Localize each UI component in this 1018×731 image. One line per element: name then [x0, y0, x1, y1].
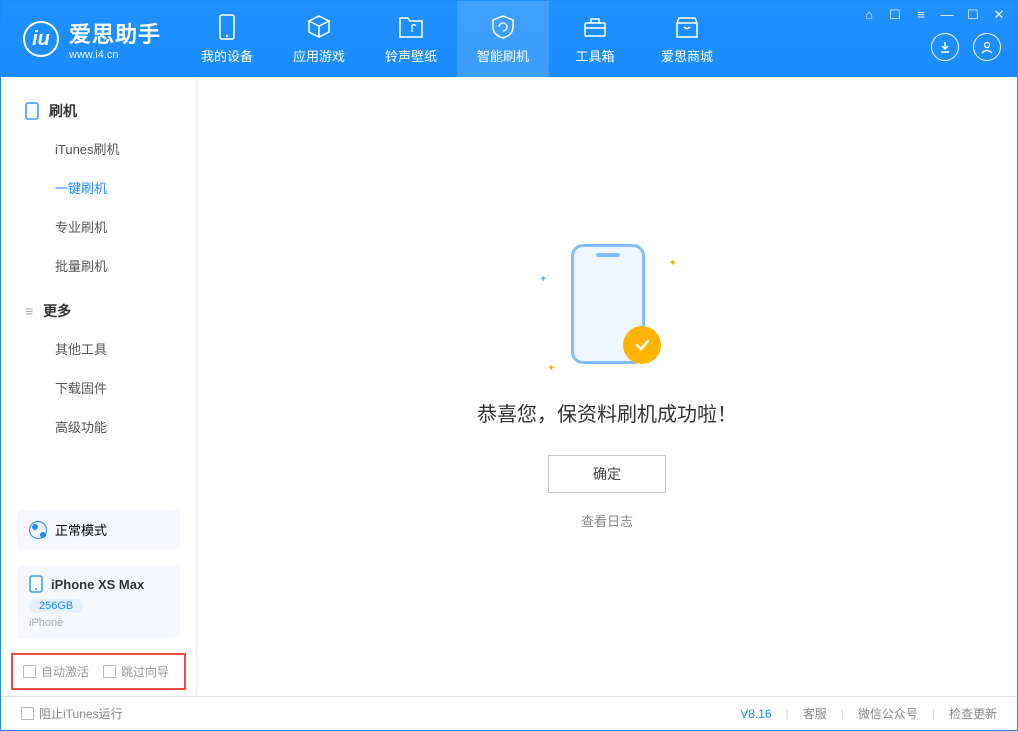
checkbox-auto-activate[interactable]: 自动激活 [23, 663, 89, 680]
logo-text: 爱思助手 www.i4.cn [69, 17, 161, 61]
mode-box[interactable]: 正常模式 [17, 510, 180, 549]
titlebar: iu 爱思助手 www.i4.cn 我的设备 应用游戏 铃声壁纸 智能刷机 [1, 1, 1017, 77]
ok-button[interactable]: 确定 [548, 455, 666, 493]
body: 刷机 iTunes刷机 一键刷机 专业刷机 批量刷机 ≡ 更多 其他工具 下载固… [1, 77, 1017, 696]
app-name: 爱思助手 [69, 17, 161, 49]
checkbox-icon [103, 665, 116, 678]
device-name: iPhone XS Max [51, 577, 144, 592]
list-icon: ≡ [25, 303, 33, 319]
sparkle-icon: ✦ [547, 363, 555, 374]
download-button[interactable] [931, 33, 959, 61]
shield-refresh-icon [490, 14, 516, 40]
sidebar-item-other-tools[interactable]: 其他工具 [1, 329, 196, 368]
music-folder-icon [398, 14, 424, 40]
device-phone-icon [29, 575, 43, 593]
toolbox-icon [582, 14, 608, 40]
sidebar-item-oneclick-flash[interactable]: 一键刷机 [1, 168, 196, 207]
top-nav: 我的设备 应用游戏 铃声壁纸 智能刷机 工具箱 爱思商城 [181, 1, 733, 77]
sidebar-item-pro-flash[interactable]: 专业刷机 [1, 207, 196, 246]
status-link-update[interactable]: 检查更新 [949, 705, 997, 722]
app-logo-icon: iu [23, 21, 59, 57]
minimize-button[interactable]: — [939, 7, 955, 23]
header-actions [931, 33, 1001, 61]
app-url: www.i4.cn [69, 49, 161, 61]
nav-ringtones[interactable]: 铃声壁纸 [365, 1, 457, 77]
window-controls: ⌂ ☐ ≡ — ☐ ✕ [861, 7, 1007, 23]
check-badge-icon [623, 326, 661, 364]
checkbox-icon [21, 707, 34, 720]
sidebar-group-more: ≡ 更多 其他工具 下载固件 高级功能 [1, 293, 196, 454]
mode-icon [29, 521, 47, 539]
success-illustration: ✦ ✦ ✦ [547, 244, 667, 374]
close-button[interactable]: ✕ [991, 7, 1007, 23]
version-label: V8.16 [740, 707, 771, 721]
sidebar-group-flash: 刷机 iTunes刷机 一键刷机 专业刷机 批量刷机 [1, 93, 196, 293]
sparkle-icon: ✦ [539, 274, 547, 285]
sidebar-item-batch-flash[interactable]: 批量刷机 [1, 246, 196, 285]
app-window: iu 爱思助手 www.i4.cn 我的设备 应用游戏 铃声壁纸 智能刷机 [0, 0, 1018, 731]
nav-my-device[interactable]: 我的设备 [181, 1, 273, 77]
flash-options-highlight: 自动激活 跳过向导 [11, 653, 186, 690]
mode-label: 正常模式 [55, 520, 107, 539]
nav-toolbox[interactable]: 工具箱 [549, 1, 641, 77]
status-link-support[interactable]: 客服 [803, 705, 827, 722]
sidebar-item-itunes-flash[interactable]: iTunes刷机 [1, 129, 196, 168]
sidebar-header-flash[interactable]: 刷机 [1, 93, 196, 129]
phone-icon [25, 102, 39, 120]
device-box[interactable]: iPhone XS Max 256GB iPhone [17, 565, 180, 639]
shirt-icon[interactable]: ⌂ [861, 7, 877, 23]
checkbox-block-itunes[interactable]: 阻止iTunes运行 [21, 705, 123, 722]
maximize-button[interactable]: ☐ [965, 7, 981, 23]
checkbox-icon [23, 665, 36, 678]
status-link-wechat[interactable]: 微信公众号 [858, 705, 918, 722]
main-content: ✦ ✦ ✦ 恭喜您，保资料刷机成功啦！ 确定 查看日志 [196, 77, 1017, 696]
checkbox-skip-guide[interactable]: 跳过向导 [103, 663, 169, 680]
device-icon [214, 14, 240, 40]
device-type: iPhone [29, 617, 168, 629]
nav-smart-flash[interactable]: 智能刷机 [457, 1, 549, 77]
sidebar: 刷机 iTunes刷机 一键刷机 专业刷机 批量刷机 ≡ 更多 其他工具 下载固… [1, 77, 196, 696]
nav-apps-games[interactable]: 应用游戏 [273, 1, 365, 77]
statusbar: 阻止iTunes运行 V8.16 | 客服 | 微信公众号 | 检查更新 [1, 696, 1017, 730]
user-button[interactable] [973, 33, 1001, 61]
feedback-icon[interactable]: ☐ [887, 7, 903, 23]
sidebar-item-download-firmware[interactable]: 下载固件 [1, 368, 196, 407]
nav-store[interactable]: 爱思商城 [641, 1, 733, 77]
sidebar-item-advanced[interactable]: 高级功能 [1, 407, 196, 446]
menu-icon[interactable]: ≡ [913, 7, 929, 23]
sparkle-icon: ✦ [669, 258, 677, 269]
store-icon [674, 14, 700, 40]
sidebar-header-more[interactable]: ≡ 更多 [1, 293, 196, 329]
logo-area: iu 爱思助手 www.i4.cn [1, 1, 181, 77]
success-message: 恭喜您，保资料刷机成功啦！ [477, 398, 737, 427]
statusbar-right: V8.16 | 客服 | 微信公众号 | 检查更新 [740, 705, 997, 722]
titlebar-right: ⌂ ☐ ≡ — ☐ ✕ [861, 1, 1017, 77]
cube-icon [306, 14, 332, 40]
view-log-link[interactable]: 查看日志 [581, 511, 633, 530]
device-capacity: 256GB [29, 599, 83, 613]
